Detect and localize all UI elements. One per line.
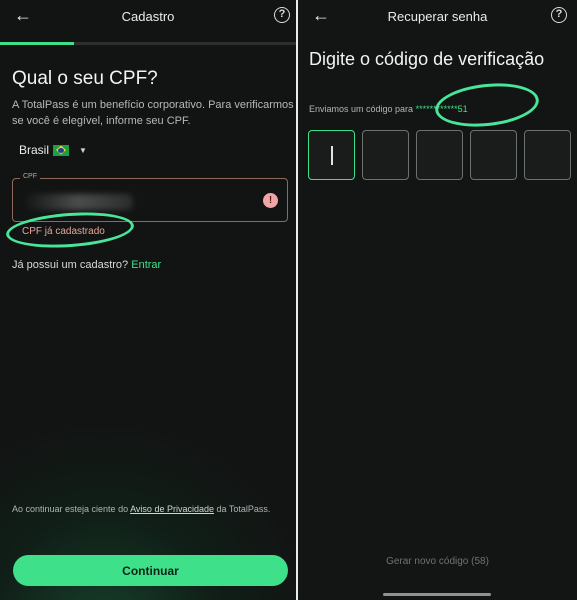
home-indicator bbox=[383, 593, 491, 596]
code-digit-box[interactable] bbox=[524, 130, 571, 180]
code-digit-box[interactable] bbox=[470, 130, 517, 180]
text-cursor bbox=[331, 146, 333, 165]
chevron-down-icon: ▼ bbox=[79, 145, 87, 155]
help-icon[interactable]: ? bbox=[274, 7, 290, 23]
page-title: Qual o seu CPF? bbox=[12, 68, 158, 89]
code-sent-prefix: Enviamos um código para bbox=[309, 104, 416, 114]
progress-bar bbox=[0, 42, 296, 45]
brazil-flag-icon bbox=[53, 144, 70, 156]
login-prompt-text: Já possui um cadastro? bbox=[12, 259, 129, 271]
privacy-text-before: Ao continuar esteja ciente do bbox=[12, 504, 131, 514]
help-icon[interactable]: ? bbox=[551, 7, 567, 23]
header-title: Cadastro bbox=[121, 9, 175, 24]
recuperar-senha-screen: ← Recuperar senha ? Digite o código de v… bbox=[298, 0, 577, 600]
progress-fill bbox=[0, 42, 74, 45]
alert-circle-icon: ! bbox=[263, 193, 278, 208]
privacy-link[interactable]: Aviso de Privacidade bbox=[130, 504, 214, 514]
cpf-label: CPF bbox=[20, 173, 40, 180]
header-title: Recuperar senha bbox=[387, 9, 488, 24]
cadastro-screen: ← Cadastro ? Qual o seu CPF? A TotalPass… bbox=[0, 0, 296, 600]
continue-button[interactable]: Continuar bbox=[13, 555, 288, 586]
privacy-notice: Ao continuar esteja ciente do Aviso de P… bbox=[12, 502, 288, 516]
cpf-value-redacted bbox=[23, 194, 133, 210]
login-link[interactable]: Entrar bbox=[131, 259, 161, 271]
annotation-circle bbox=[433, 78, 541, 132]
page-description: A TotalPass é um benefício corporativo. … bbox=[12, 99, 294, 127]
login-prompt: Já possui um cadastro? Entrar bbox=[12, 259, 161, 271]
code-digit-box[interactable] bbox=[362, 130, 409, 180]
code-digit-box[interactable] bbox=[308, 130, 355, 180]
verification-code-inputs bbox=[308, 130, 571, 180]
country-selector[interactable]: Brasil ▼ bbox=[19, 143, 87, 157]
country-name: Brasil bbox=[19, 143, 50, 157]
regenerate-code-button[interactable]: Gerar novo código (58) bbox=[298, 556, 577, 567]
code-digit-box[interactable] bbox=[416, 130, 463, 180]
privacy-text-after: da TotalPass. bbox=[213, 504, 271, 514]
page-title: Digite o código de verificação bbox=[309, 49, 545, 69]
